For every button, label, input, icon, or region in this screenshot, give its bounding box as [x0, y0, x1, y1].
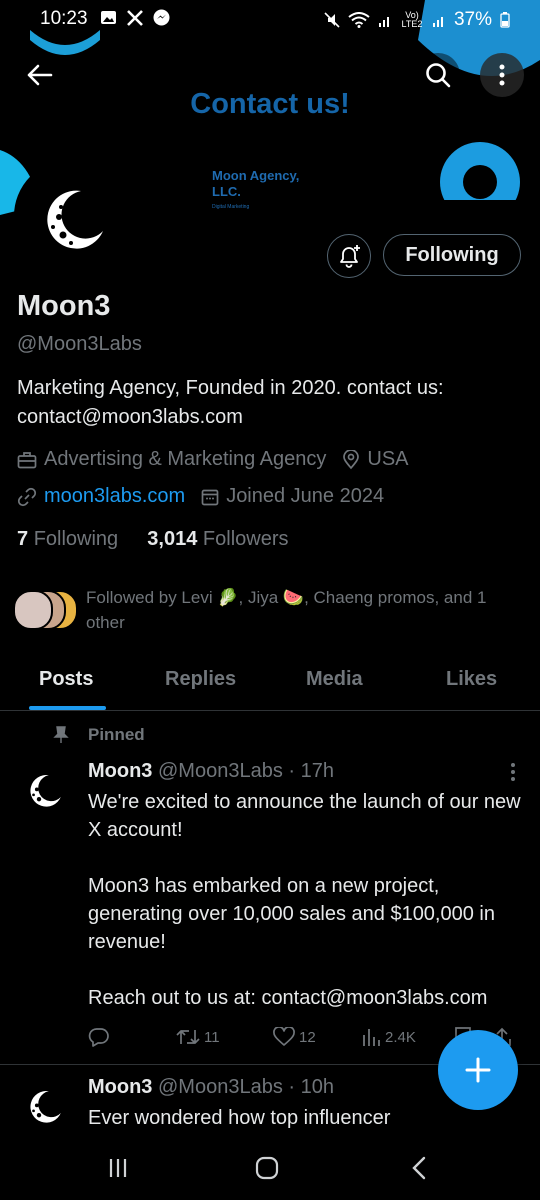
messenger-icon	[153, 9, 170, 26]
heart-icon	[273, 1027, 295, 1046]
post-paragraph: We're excited to announce the launch of …	[88, 791, 521, 841]
tab-likes[interactable]: Likes	[446, 668, 497, 691]
battery-percent: 37%	[453, 9, 492, 30]
moon-logo-icon	[30, 774, 61, 807]
post-avatar[interactable]	[22, 1084, 68, 1130]
repost-icon	[176, 1030, 200, 1044]
profile-joined: Joined June 2024	[226, 485, 385, 507]
reply-icon	[88, 1028, 109, 1047]
following-count-link[interactable]: 7 Following	[17, 528, 118, 550]
location-pin-icon	[343, 449, 360, 469]
mute-icon	[324, 12, 340, 28]
home-icon	[255, 1156, 279, 1180]
reply-button[interactable]	[88, 1027, 110, 1047]
tab-posts[interactable]: Posts	[39, 668, 93, 691]
plus-icon	[465, 1057, 491, 1083]
post-header: Moon3 @Moon3Labs · 17h	[88, 760, 334, 783]
network-label: Vo) LTE2	[401, 10, 423, 29]
analytics-icon	[363, 1029, 380, 1046]
post-handle: @Moon3Labs	[158, 760, 283, 782]
calendar-icon	[201, 489, 219, 505]
recent-apps-icon	[109, 1159, 127, 1177]
like-button[interactable]: 12	[273, 1027, 316, 1047]
moon-logo-icon	[30, 1090, 61, 1123]
back-arrow-icon	[27, 64, 53, 86]
notification-icons	[100, 9, 170, 26]
system-back-button[interactable]	[401, 1153, 437, 1183]
following-label: Following	[33, 528, 119, 550]
pin-icon	[53, 726, 69, 743]
profile-link-row: moon3labs.com Joined June 2024	[17, 485, 384, 508]
kebab-icon	[511, 763, 515, 781]
gallery-icon	[101, 11, 116, 24]
briefcase-icon	[17, 451, 37, 468]
post-author[interactable]: Moon3	[88, 760, 152, 782]
search-icon	[426, 63, 451, 88]
post-paragraph: Moon3 has embarked on a new project, gen…	[88, 875, 495, 953]
post-author[interactable]: Moon3	[88, 1076, 152, 1098]
tab-media[interactable]: Media	[306, 668, 363, 691]
profile-name: Moon3	[17, 290, 111, 322]
kebab-icon	[499, 64, 505, 86]
compose-post-button[interactable]	[438, 1030, 518, 1110]
profile-category: Advertising & Marketing Agency	[44, 448, 327, 470]
pinned-label: Pinned	[88, 725, 145, 744]
views-count: 2.4K	[385, 1028, 416, 1046]
agency-name: Moon Agency, LLC.	[212, 168, 300, 199]
signal-icon	[432, 17, 443, 27]
status-time: 10:23	[40, 8, 88, 29]
repost-count: 11	[204, 1028, 220, 1046]
x-logo-icon	[127, 9, 143, 26]
tab-replies[interactable]: Replies	[165, 668, 236, 691]
banner-title: Contact us!	[190, 88, 350, 120]
post-paragraph: Ever wondered how top influencer	[88, 1107, 391, 1129]
following-button[interactable]: Following	[383, 234, 521, 276]
battery-icon	[500, 12, 510, 28]
views-button[interactable]: 2.4K	[361, 1027, 416, 1047]
post-body: We're excited to announce the launch of …	[88, 788, 528, 1012]
profile-bio: Marketing Agency, Founded in 2020. conta…	[17, 377, 444, 428]
home-button[interactable]	[249, 1153, 285, 1183]
moon-logo-icon	[47, 190, 103, 249]
following-count: 7	[17, 528, 29, 550]
followers-count-link[interactable]: 3,014 Followers	[147, 528, 288, 550]
followers-count: 3,014	[147, 528, 198, 550]
followed-by-text[interactable]: Followed by Levi 🥬, Jiya 🍉, Chaeng promo…	[86, 585, 526, 635]
notifications-bell-button[interactable]	[327, 234, 371, 278]
post-header: Moon3 @Moon3Labs · 10h	[88, 1076, 334, 1099]
search-button[interactable]	[416, 53, 460, 97]
profile-website-link[interactable]: moon3labs.com	[44, 485, 185, 508]
agency-sub: Digital Marketing	[212, 204, 250, 210]
chevron-left-icon	[412, 1156, 426, 1180]
status-bar: 10:23 Vo) LTE2 37%	[0, 0, 540, 40]
profile-tabs: Posts Replies Media Likes	[0, 660, 540, 711]
system-icons: Vo) LTE2 37%	[324, 9, 510, 31]
wifi-icon	[348, 12, 370, 28]
back-button[interactable]	[18, 53, 62, 97]
post-handle: @Moon3Labs	[158, 1076, 283, 1098]
follower-avatar	[13, 590, 53, 630]
post-avatar[interactable]	[22, 768, 68, 814]
post-more-button[interactable]	[510, 762, 516, 788]
repost-button[interactable]: 11	[176, 1027, 220, 1047]
profile-handle: @Moon3Labs	[17, 333, 142, 355]
post-body: Ever wondered how top influencer	[88, 1104, 528, 1132]
active-tab-indicator	[29, 706, 106, 710]
more-options-button[interactable]	[480, 53, 524, 97]
post-time: · 10h	[288, 1076, 334, 1098]
system-navigation-bar	[0, 1135, 540, 1200]
follow-counts: 7 Following 3,014 Followers	[17, 528, 289, 551]
post-time: · 17h	[288, 760, 334, 782]
followers-label: Followers	[202, 528, 289, 550]
link-icon	[17, 487, 37, 506]
bell-plus-icon	[340, 245, 360, 268]
profile-category-row: Advertising & Marketing Agency USA	[17, 448, 409, 471]
recent-apps-button[interactable]	[100, 1153, 136, 1183]
like-count: 12	[299, 1028, 316, 1046]
signal-icon	[378, 17, 389, 27]
profile-location: USA	[367, 448, 409, 470]
pinned-indicator: Pinned	[52, 725, 145, 745]
profile-avatar[interactable]	[14, 160, 134, 280]
post-paragraph: Reach out to us at: contact@moon3labs.co…	[88, 987, 488, 1009]
